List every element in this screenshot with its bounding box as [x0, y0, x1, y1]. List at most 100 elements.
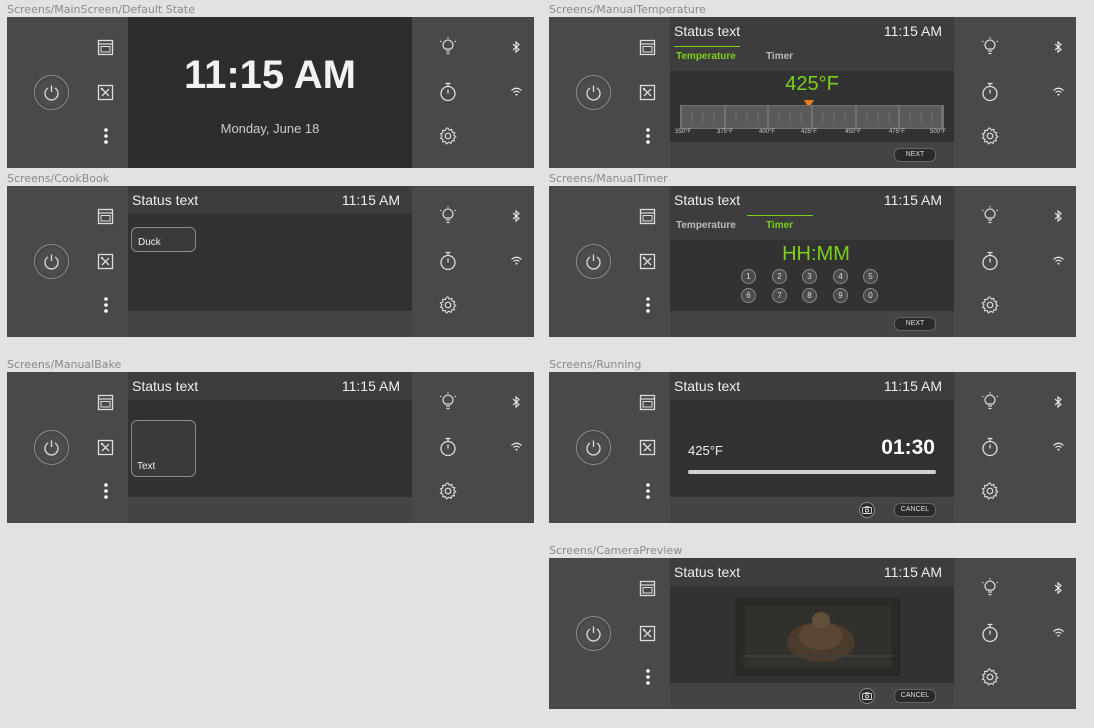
wifi-icon[interactable]	[1053, 442, 1064, 451]
power-icon	[586, 626, 601, 642]
bluetooth-icon[interactable]	[512, 41, 520, 53]
status-header: Status text 11:15 AM	[670, 558, 954, 586]
settings-gear-icon[interactable]	[439, 296, 457, 314]
timer-icon[interactable]	[981, 251, 999, 271]
tab-temperature[interactable]: Temperature	[676, 51, 736, 62]
power-icon	[44, 440, 59, 456]
timer-icon[interactable]	[981, 437, 999, 457]
cookbook-icon[interactable]	[639, 84, 656, 101]
cookbook-icon[interactable]	[97, 84, 114, 101]
timer-icon[interactable]	[981, 82, 999, 102]
more-vertical-icon[interactable]	[103, 127, 109, 145]
manual-temperature-display: Status text 11:15 AM Temperature Timer 4…	[670, 17, 954, 168]
settings-gear-icon[interactable]	[439, 127, 457, 145]
settings-gear-icon[interactable]	[981, 482, 999, 500]
next-button[interactable]: NEXT	[894, 317, 936, 331]
next-button[interactable]: NEXT	[894, 148, 936, 162]
cancel-button[interactable]: CANCEL	[894, 689, 936, 703]
keypad-key[interactable]: 0	[863, 288, 878, 303]
bluetooth-icon[interactable]	[1054, 210, 1062, 222]
timer-icon[interactable]	[439, 251, 457, 271]
keypad-key[interactable]: 3	[802, 269, 817, 284]
recipe-card-duck[interactable]: Duck	[131, 227, 196, 252]
settings-gear-icon[interactable]	[981, 296, 999, 314]
light-bulb-icon[interactable]	[438, 206, 458, 226]
keypad-key[interactable]: 9	[833, 288, 848, 303]
status-text: Status text	[674, 378, 741, 394]
keypad-key[interactable]: 6	[741, 288, 756, 303]
power-button[interactable]	[34, 244, 69, 279]
tab-timer[interactable]: Timer	[766, 51, 793, 62]
more-vertical-icon[interactable]	[645, 296, 651, 314]
light-bulb-icon[interactable]	[438, 392, 458, 412]
more-vertical-icon[interactable]	[103, 296, 109, 314]
oven-icon[interactable]	[97, 208, 114, 225]
oven-icon[interactable]	[639, 394, 656, 411]
light-bulb-icon[interactable]	[980, 392, 1000, 412]
keypad-key[interactable]: 2	[772, 269, 787, 284]
settings-gear-icon[interactable]	[981, 127, 999, 145]
power-button[interactable]	[34, 75, 69, 110]
keypad-key[interactable]: 7	[772, 288, 787, 303]
light-bulb-icon[interactable]	[980, 206, 1000, 226]
more-vertical-icon[interactable]	[645, 127, 651, 145]
wifi-icon[interactable]	[511, 256, 522, 265]
cancel-button[interactable]: CANCEL	[894, 503, 936, 517]
oven-icon[interactable]	[639, 39, 656, 56]
light-bulb-icon[interactable]	[980, 37, 1000, 57]
timer-display[interactable]: HH:MM	[670, 243, 954, 266]
power-button[interactable]	[576, 244, 611, 279]
cook-progress-fill	[688, 470, 936, 474]
oven-icon[interactable]	[639, 580, 656, 597]
cookbook-icon[interactable]	[97, 439, 114, 456]
keypad-key[interactable]: 5	[863, 269, 878, 284]
oven-icon[interactable]	[97, 394, 114, 411]
keypad-key[interactable]: 1	[741, 269, 756, 284]
wifi-icon[interactable]	[1053, 628, 1064, 637]
temperature-slider[interactable]	[680, 105, 944, 129]
more-vertical-icon[interactable]	[645, 668, 651, 686]
header-time: 11:15 AM	[883, 192, 942, 208]
light-bulb-icon[interactable]	[438, 37, 458, 57]
cookbook-icon[interactable]	[639, 439, 656, 456]
wifi-icon[interactable]	[1053, 256, 1064, 265]
timer-icon[interactable]	[439, 82, 457, 102]
bake-option-card[interactable]: Text	[131, 420, 196, 477]
camera-button[interactable]	[859, 502, 875, 518]
power-button[interactable]	[576, 616, 611, 651]
cookbook-icon[interactable]	[639, 253, 656, 270]
settings-gear-icon[interactable]	[981, 668, 999, 686]
tick-label: 400°F	[759, 129, 776, 135]
manual-timer-display: Status text 11:15 AM Temperature Timer H…	[670, 186, 954, 337]
power-button[interactable]	[576, 430, 611, 465]
timer-icon[interactable]	[439, 437, 457, 457]
recipe-card-label: Duck	[138, 237, 161, 248]
tab-timer[interactable]: Timer	[766, 220, 793, 231]
wifi-icon[interactable]	[511, 442, 522, 451]
bluetooth-icon[interactable]	[1054, 41, 1062, 53]
timer-icon[interactable]	[981, 623, 999, 643]
power-button[interactable]	[576, 75, 611, 110]
tab-temperature[interactable]: Temperature	[676, 220, 736, 231]
wifi-icon[interactable]	[1053, 87, 1064, 96]
cookbook-icon[interactable]	[639, 625, 656, 642]
cookbook-icon[interactable]	[97, 253, 114, 270]
bluetooth-icon[interactable]	[512, 396, 520, 408]
settings-gear-icon[interactable]	[439, 482, 457, 500]
bluetooth-icon[interactable]	[1054, 396, 1062, 408]
light-bulb-icon[interactable]	[980, 578, 1000, 598]
more-vertical-icon[interactable]	[103, 482, 109, 500]
camera-button[interactable]	[859, 688, 875, 704]
wifi-icon[interactable]	[511, 87, 522, 96]
power-button[interactable]	[34, 430, 69, 465]
frame-label: Screens/ManualTemperature	[549, 3, 706, 16]
active-tab-indicator	[674, 46, 740, 47]
oven-icon[interactable]	[97, 39, 114, 56]
bluetooth-icon[interactable]	[1054, 582, 1062, 594]
bluetooth-icon[interactable]	[512, 210, 520, 222]
bake-option-label: Text	[137, 461, 156, 472]
keypad-key[interactable]: 8	[802, 288, 817, 303]
more-vertical-icon[interactable]	[645, 482, 651, 500]
oven-icon[interactable]	[639, 208, 656, 225]
keypad-key[interactable]: 4	[833, 269, 848, 284]
